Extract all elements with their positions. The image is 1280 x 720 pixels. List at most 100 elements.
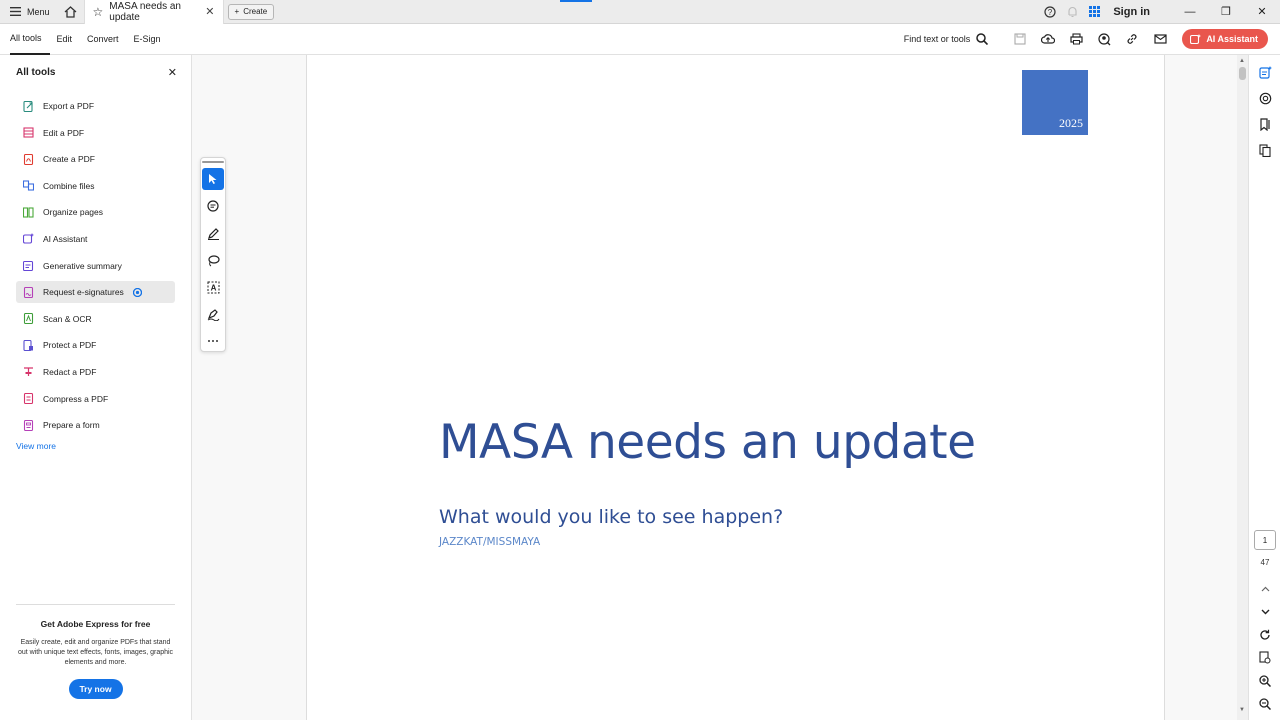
loading-indicator — [560, 0, 592, 2]
highlight-tool[interactable] — [202, 222, 224, 244]
previous-page-icon[interactable] — [1249, 577, 1280, 600]
more-tools-icon[interactable] — [202, 330, 224, 352]
plus-icon: + — [234, 7, 240, 16]
home-icon — [64, 5, 77, 18]
main-toolbar: All tools Edit Convert E-Sign Find text … — [0, 24, 1280, 55]
tool-request-esignatures[interactable]: Request e-signatures — [16, 281, 175, 304]
tool-create-pdf[interactable]: Create a PDF — [16, 148, 175, 170]
ai-panel-icon[interactable] — [1249, 59, 1280, 85]
total-pages: 47 — [1260, 558, 1270, 567]
scroll-thumb[interactable] — [1239, 67, 1246, 80]
zoom-in-icon[interactable] — [1249, 669, 1280, 692]
tab-all-tools[interactable]: All tools — [10, 24, 50, 55]
request-esignatures-icon — [23, 286, 34, 298]
tool-redact-pdf[interactable]: Redact a PDF — [16, 361, 175, 383]
upload-cloud-icon[interactable] — [1034, 24, 1062, 55]
tool-edit-pdf[interactable]: Edit a PDF — [16, 122, 175, 144]
scan-ocr-icon — [23, 313, 34, 325]
create-button[interactable]: + Create — [227, 3, 275, 20]
info-badge-icon — [132, 287, 142, 297]
hamburger-icon — [10, 7, 21, 16]
panel-title: All tools — [16, 67, 56, 78]
print-icon[interactable] — [1062, 24, 1090, 55]
find-text-button[interactable]: Find text or tools — [904, 33, 1007, 45]
pen-icon — [207, 227, 219, 240]
minimize-icon[interactable]: — — [1172, 0, 1208, 24]
edit-pdf-icon — [23, 127, 34, 138]
drag-handle[interactable] — [202, 161, 224, 163]
quick-tools-bar: A — [200, 157, 226, 352]
link-icon[interactable] — [1118, 24, 1146, 55]
email-icon[interactable] — [1146, 24, 1174, 55]
scroll-up-icon[interactable]: ▲ — [1239, 58, 1245, 64]
tool-compress-pdf[interactable]: Compress a PDF — [16, 388, 175, 410]
document-subtitle: What would you like to see happen? — [439, 506, 784, 528]
document-title: MASA needs an update — [439, 415, 976, 470]
scroll-down-icon[interactable]: ▼ — [1239, 707, 1245, 713]
tab-esign[interactable]: E-Sign — [134, 24, 169, 55]
restore-icon[interactable]: ❐ — [1208, 0, 1244, 24]
close-window-icon[interactable]: ✕ — [1244, 0, 1280, 24]
share-search-icon[interactable] — [1090, 24, 1118, 55]
all-tools-panel: All tools ✕ Export a PDF Edit a PDF Crea… — [0, 55, 192, 720]
notifications-bell-icon[interactable] — [1061, 0, 1083, 24]
close-panel-icon[interactable]: ✕ — [168, 66, 177, 79]
sign-in-button[interactable]: Sign in — [1105, 6, 1172, 18]
signature-pen-icon — [207, 308, 219, 321]
svg-text:?: ? — [1048, 8, 1053, 17]
tool-generative-summary[interactable]: Generative summary — [16, 255, 175, 277]
promo-title: Get Adobe Express for free — [40, 619, 151, 629]
protect-pdf-icon — [23, 339, 34, 351]
find-label: Find text or tools — [903, 34, 971, 44]
tab-title: MASA needs an update — [109, 0, 181, 23]
apps-grid-icon[interactable] — [1083, 0, 1105, 24]
zoom-out-icon[interactable] — [1249, 692, 1280, 715]
tool-scan-ocr[interactable]: Scan & OCR — [16, 308, 175, 330]
view-more-link[interactable]: View more — [16, 441, 191, 451]
save-icon[interactable] — [1006, 24, 1034, 55]
tool-combine-files[interactable]: Combine files — [16, 175, 175, 197]
tool-organize-pages[interactable]: Organize pages — [16, 201, 175, 223]
draw-tool[interactable] — [202, 249, 224, 271]
rotate-icon[interactable] — [1249, 623, 1280, 646]
prepare-form-icon — [23, 419, 34, 431]
ai-assistant-button[interactable]: AI Assistant — [1182, 29, 1268, 49]
create-pdf-icon — [23, 153, 34, 165]
document-author: JAZZKAT/MISSMAYA — [439, 536, 541, 548]
export-pdf-icon — [23, 100, 34, 112]
tool-protect-pdf[interactable]: Protect a PDF — [16, 334, 175, 356]
ai-assistant-label: AI Assistant — [1206, 34, 1258, 44]
close-tab-icon[interactable]: ✕ — [205, 5, 214, 18]
comments-panel-icon[interactable] — [1249, 85, 1280, 111]
ai-sparkle-icon — [1190, 33, 1202, 44]
pages-thumbnails-icon[interactable] — [1249, 137, 1280, 163]
text-tool[interactable]: A — [202, 276, 224, 298]
create-label: Create — [243, 7, 268, 16]
current-page-input[interactable]: 1 — [1254, 530, 1276, 550]
tool-prepare-form[interactable]: Prepare a form — [16, 414, 175, 436]
compress-pdf-icon — [23, 393, 34, 405]
generative-summary-icon — [23, 260, 34, 272]
bookmark-icon[interactable] — [1249, 111, 1280, 137]
tab-convert[interactable]: Convert — [87, 24, 127, 55]
organize-pages-icon — [23, 207, 34, 218]
right-rail: 1 47 — [1248, 55, 1280, 720]
document-tab[interactable]: ☆ MASA needs an update ✕ — [83, 0, 224, 24]
search-icon — [976, 33, 989, 45]
help-icon[interactable]: ? — [1039, 0, 1061, 24]
sign-tool[interactable] — [202, 303, 224, 325]
star-icon[interactable]: ☆ — [93, 5, 104, 19]
home-button[interactable] — [58, 0, 84, 24]
select-tool[interactable] — [202, 168, 224, 190]
next-page-icon[interactable] — [1249, 600, 1280, 623]
page-settings-icon[interactable] — [1249, 646, 1280, 669]
tools-list: Export a PDF Edit a PDF Create a PDF Com… — [0, 95, 191, 436]
comment-tool[interactable] — [202, 195, 224, 217]
tab-edit[interactable]: Edit — [57, 24, 81, 55]
try-now-button[interactable]: Try now — [68, 679, 123, 699]
vertical-scrollbar[interactable]: ▲ ▼ — [1237, 55, 1248, 720]
tool-ai-assistant[interactable]: AI Assistant — [16, 228, 175, 250]
menu-button[interactable]: Menu — [0, 0, 58, 24]
promo-description: Easily create, edit and organize PDFs th… — [17, 639, 174, 666]
tool-export-pdf[interactable]: Export a PDF — [16, 95, 175, 117]
